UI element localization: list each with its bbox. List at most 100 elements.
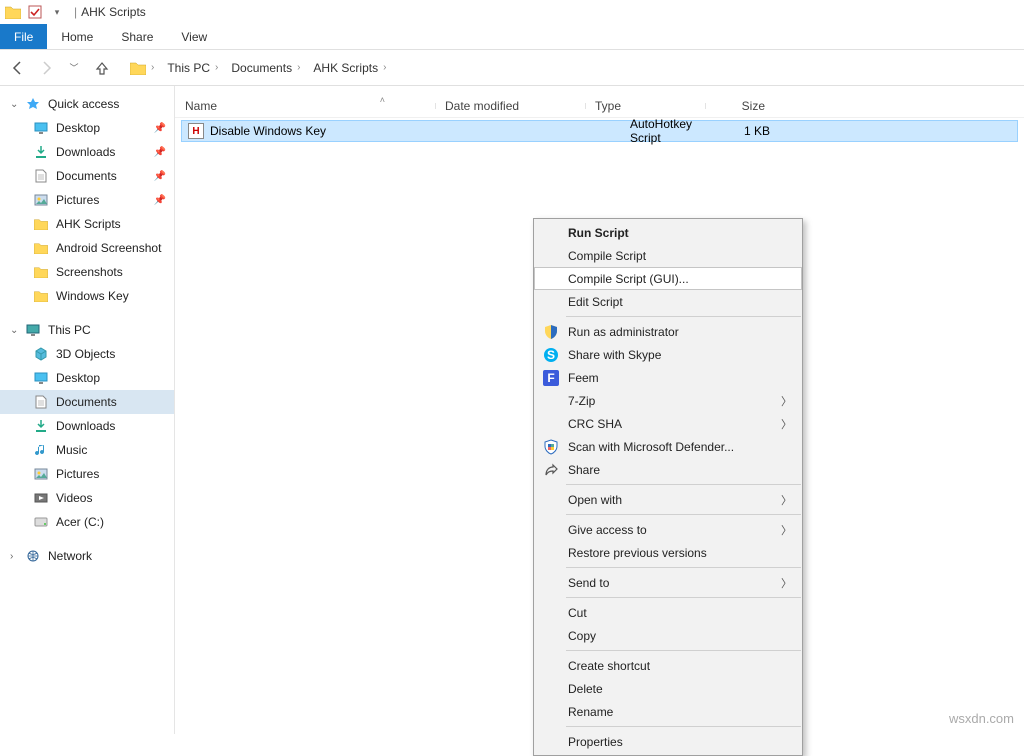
menu-item-label: Open with (568, 493, 622, 507)
folder-icon (32, 240, 50, 256)
sidebar-item[interactable]: Desktop📌 (0, 116, 174, 140)
tree-label: Videos (56, 491, 92, 505)
column-type[interactable]: Type (585, 99, 705, 113)
menu-item-label: Run Script (568, 226, 629, 240)
menu-item[interactable]: Give access to 〉 (534, 518, 802, 541)
menu-item[interactable]: Run Script (534, 221, 802, 244)
breadcrumb-root-icon[interactable]: › (126, 56, 163, 80)
breadcrumb-documents[interactable]: Documents› (227, 56, 309, 80)
menu-item-label: Rename (568, 705, 613, 719)
menu-item[interactable]: FFeem (534, 366, 802, 389)
column-size[interactable]: Size (705, 99, 775, 113)
qat-checkbox-icon[interactable] (26, 3, 44, 21)
menu-item[interactable]: S Share with Skype (534, 343, 802, 366)
menu-item-label: Edit Script (568, 295, 623, 309)
disclosure-icon[interactable]: › (10, 551, 22, 562)
sidebar-item[interactable]: Android Screenshot (0, 236, 174, 260)
qat-dropdown-icon[interactable]: ▾ (48, 3, 66, 21)
menu-item[interactable]: Rename (534, 700, 802, 723)
disclosure-icon[interactable]: ⌄ (10, 99, 22, 110)
menu-separator (566, 484, 801, 485)
menu-item[interactable]: CRC SHA〉 (534, 412, 802, 435)
menu-item[interactable]: Cut (534, 601, 802, 624)
menu-item[interactable]: Properties (534, 730, 802, 753)
menu-item[interactable]: Share (534, 458, 802, 481)
menu-item[interactable]: Send to〉 (534, 571, 802, 594)
tree-quick-access[interactable]: ⌄ Quick access (0, 92, 174, 116)
pictures-icon (32, 466, 50, 482)
sidebar-item[interactable]: Pictures📌 (0, 188, 174, 212)
menu-item-label: Compile Script (GUI)... (568, 272, 689, 286)
navigation-pane[interactable]: ⌄ Quick access Desktop📌 Downloads 📌 Documen… (0, 86, 175, 734)
menu-item[interactable]: Open with〉 (534, 488, 802, 511)
tree-network[interactable]: › Network (0, 544, 174, 568)
sidebar-item[interactable]: Pictures (0, 462, 174, 486)
menu-item-label: Share with Skype (568, 348, 661, 362)
tree-this-pc[interactable]: ⌄ This PC (0, 318, 174, 342)
sidebar-item[interactable]: Screenshots (0, 260, 174, 284)
chevron-right-icon: 〉 (781, 575, 792, 591)
column-name[interactable]: Name˄ (175, 99, 435, 113)
breadcrumb-this-pc[interactable]: This PC› (163, 56, 227, 80)
tree-label: This PC (48, 323, 91, 337)
tab-home[interactable]: Home (47, 24, 107, 49)
sidebar-item[interactable]: Videos (0, 486, 174, 510)
tree-label: Network (48, 549, 92, 563)
downloads-icon (32, 144, 50, 160)
menu-item-label: Delete (568, 682, 603, 696)
breadcrumb-ahk-scripts[interactable]: AHK Scripts› (309, 56, 395, 80)
file-list[interactable]: Name˄ Date modified Type Size H Disable … (175, 86, 1024, 734)
column-date[interactable]: Date modified (435, 99, 585, 113)
ahk-file-icon: H (188, 123, 204, 139)
back-button[interactable] (4, 54, 32, 82)
tree-label: Downloads (56, 145, 115, 159)
file-tab[interactable]: File (0, 24, 47, 49)
disclosure-icon[interactable]: ⌄ (10, 325, 22, 336)
menu-item[interactable]: 7-Zip〉 (534, 389, 802, 412)
chevron-right-icon: 〉 (781, 522, 792, 538)
menu-item[interactable]: Create shortcut (534, 654, 802, 677)
sidebar-item[interactable]: Windows Key (0, 284, 174, 308)
menu-item[interactable]: Compile Script (GUI)... (534, 267, 802, 290)
svg-text:S: S (547, 348, 555, 362)
recent-locations-button[interactable]: ﹀ (60, 54, 88, 82)
menu-item[interactable]: Run as administrator (534, 320, 802, 343)
desktop-icon (32, 120, 50, 136)
tree-label: Quick access (48, 97, 119, 111)
title-separator: | (74, 5, 77, 19)
tree-label: Documents (56, 395, 117, 409)
menu-item[interactable]: Edit Script (534, 290, 802, 313)
sidebar-item[interactable]: Downloads (0, 414, 174, 438)
menu-item[interactable]: Copy (534, 624, 802, 647)
sidebar-item[interactable]: Documents📌 (0, 164, 174, 188)
menu-item[interactable]: Restore previous versions (534, 541, 802, 564)
menu-separator (566, 597, 801, 598)
sidebar-item[interactable]: Desktop (0, 366, 174, 390)
tree-label: Pictures (56, 193, 99, 207)
star-icon (24, 96, 42, 112)
tab-share[interactable]: Share (107, 24, 167, 49)
sidebar-item[interactable]: 3D Objects (0, 342, 174, 366)
sidebar-item[interactable]: Acer (C:) (0, 510, 174, 534)
forward-button[interactable] (32, 54, 60, 82)
sidebar-item[interactable]: Downloads 📌 (0, 140, 174, 164)
menu-item-label: Scan with Microsoft Defender... (568, 440, 734, 454)
file-row[interactable]: H Disable Windows Key AutoHotkey Script … (181, 120, 1018, 142)
title-bar: ▾ | AHK Scripts (0, 0, 1024, 24)
defender-icon (542, 439, 560, 455)
3d-icon (32, 346, 50, 362)
tab-view[interactable]: View (167, 24, 221, 49)
tree-label: Documents (56, 169, 117, 183)
menu-item[interactable]: Compile Script (534, 244, 802, 267)
menu-item-label: CRC SHA (568, 417, 622, 431)
menu-item[interactable]: Delete (534, 677, 802, 700)
tree-label: Desktop (56, 371, 100, 385)
music-icon (32, 442, 50, 458)
sidebar-item[interactable]: Music (0, 438, 174, 462)
up-button[interactable] (88, 54, 116, 82)
sidebar-item[interactable]: Documents (0, 390, 174, 414)
sidebar-item[interactable]: AHK Scripts (0, 212, 174, 236)
menu-item-label: Give access to (568, 523, 647, 537)
pin-icon: 📌 (154, 147, 166, 158)
menu-item[interactable]: Scan with Microsoft Defender... (534, 435, 802, 458)
